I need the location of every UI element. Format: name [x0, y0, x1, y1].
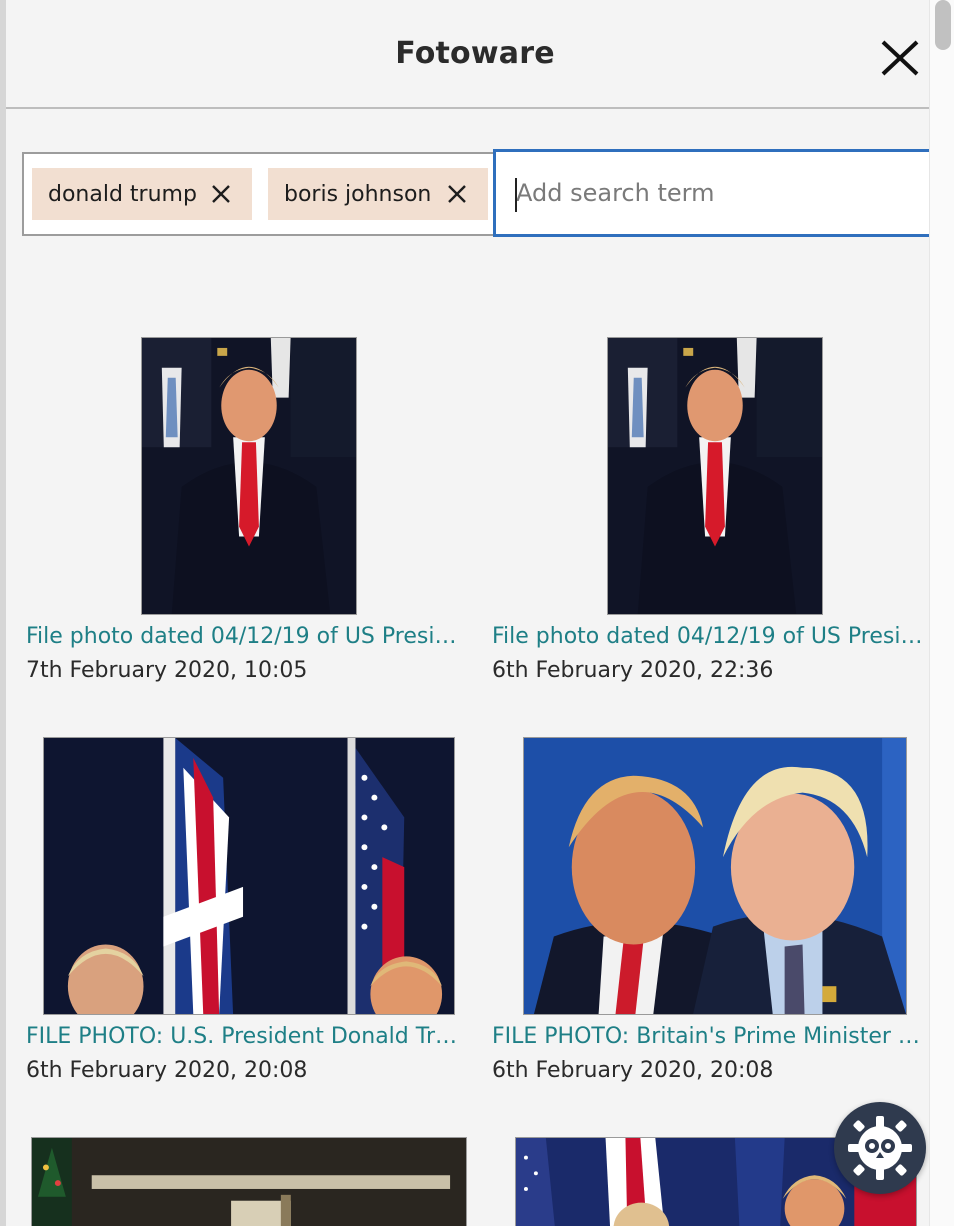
photo-image	[608, 338, 822, 614]
text-caret	[515, 178, 517, 212]
result-caption-link[interactable]: FILE PHOTO: U.S. President Donald Tru...	[26, 1024, 466, 1049]
search-chip-label: donald trump	[48, 181, 197, 207]
result-caption-link[interactable]: File photo dated 04/12/19 of US Preside.…	[26, 624, 466, 649]
result-date: 6th February 2020, 20:08	[492, 1058, 774, 1083]
close-icon	[212, 185, 230, 203]
result-thumbnail[interactable]	[523, 737, 907, 1015]
assistant-button[interactable]	[834, 1102, 926, 1194]
photo-image	[44, 738, 454, 1014]
result-date: 6th February 2020, 22:36	[492, 658, 774, 683]
search-chip-boris-johnson: boris johnson	[268, 168, 488, 220]
owl-gear-icon	[848, 1116, 912, 1180]
photo-image	[524, 738, 906, 1014]
fotoware-panel: Fotoware donald trump boris johnson Add …	[0, 0, 954, 1226]
result-date: 7th February 2020, 10:05	[26, 658, 308, 683]
scrollbar-thumb[interactable]	[935, 0, 951, 50]
result-date: 6th February 2020, 20:08	[26, 1058, 308, 1083]
remove-chip-button[interactable]	[210, 183, 232, 205]
remove-chip-button[interactable]	[446, 183, 468, 205]
search-chip-label: boris johnson	[284, 181, 432, 207]
search-input[interactable]	[493, 149, 933, 237]
photo-image	[142, 338, 356, 614]
result-thumbnail[interactable]	[31, 1137, 467, 1226]
search-chip-donald-trump: donald trump	[32, 168, 252, 220]
close-icon	[448, 185, 466, 203]
panel-left-edge	[0, 0, 6, 1226]
result-thumbnail[interactable]	[607, 337, 823, 615]
result-caption-link[interactable]: File photo dated 04/12/19 of US Preside.…	[492, 624, 932, 649]
scrollbar-track[interactable]	[929, 0, 954, 1226]
result-thumbnail[interactable]	[141, 337, 357, 615]
result-thumbnail[interactable]	[43, 737, 455, 1015]
photo-image	[32, 1138, 466, 1226]
page-title: Fotoware	[395, 36, 555, 71]
close-icon	[881, 40, 919, 76]
result-caption-link[interactable]: FILE PHOTO: Britain's Prime Minister Bo.…	[492, 1024, 932, 1049]
close-button[interactable]	[878, 38, 922, 78]
